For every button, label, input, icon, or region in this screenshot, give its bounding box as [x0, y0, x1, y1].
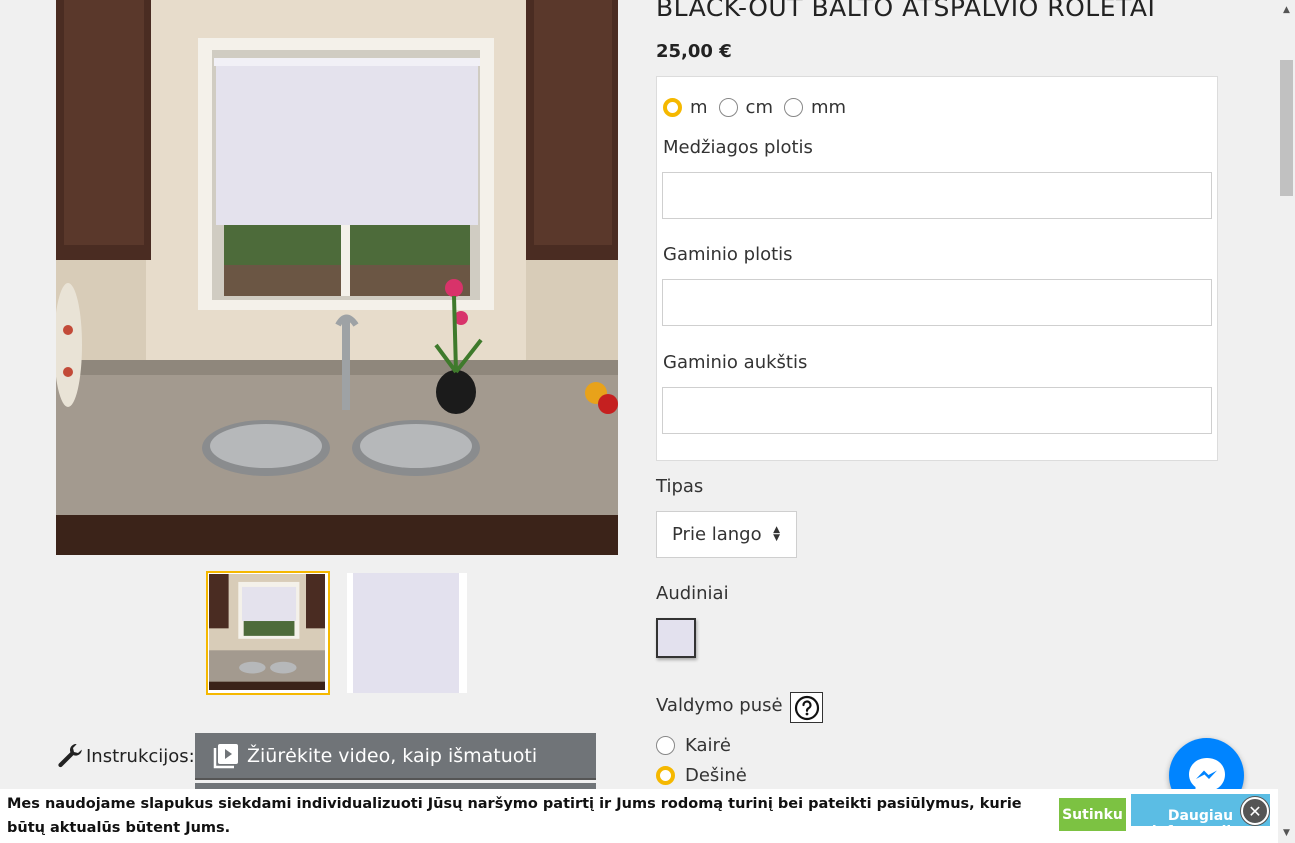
- control-side-label-right: Dešinė: [685, 765, 747, 786]
- fabric-width-input[interactable]: [662, 172, 1212, 219]
- kitchen-window-photo: [56, 0, 618, 555]
- cookie-consent-bar: Mes naudojame slapukus siekdami individu…: [0, 789, 1278, 843]
- product-thumbnail-1[interactable]: [206, 571, 330, 695]
- unit-selector: m cm mm: [663, 97, 857, 118]
- unit-label-cm: cm: [745, 97, 773, 118]
- control-side-radio-left[interactable]: [656, 736, 675, 755]
- scrollbar-thumb[interactable]: [1280, 60, 1293, 196]
- fabrics-label: Audiniai: [656, 583, 729, 604]
- control-side-option-left[interactable]: Kairė: [656, 735, 731, 756]
- unit-radio-m[interactable]: [663, 98, 682, 117]
- control-side-help-button[interactable]: [790, 692, 823, 723]
- product-width-label: Gaminio plotis: [663, 244, 793, 265]
- unit-label-m: m: [690, 97, 708, 118]
- control-side-radio-right[interactable]: [656, 766, 675, 785]
- instructions-label: Instrukcijos:: [86, 745, 195, 767]
- watch-video-label: Žiūrėkite video, kaip išmatuoti: [247, 744, 538, 767]
- scroll-down-arrow-icon[interactable]: ▼: [1278, 826, 1295, 843]
- close-icon[interactable]: ✕: [1241, 797, 1269, 825]
- product-main-image[interactable]: [56, 0, 618, 555]
- watch-video-button[interactable]: Žiūrėkite video, kaip išmatuoti: [195, 733, 596, 780]
- control-side-label: Valdymo pusė: [656, 695, 783, 716]
- fabric-swatch[interactable]: [656, 618, 696, 658]
- play-list-icon: [213, 743, 238, 768]
- product-thumbnail-2[interactable]: [345, 571, 469, 695]
- instructions-row: Instrukcijos:: [56, 733, 199, 779]
- kitchen-window-thumbnail: [209, 574, 325, 690]
- select-arrows-icon: ▲ ▼: [773, 525, 780, 543]
- dimensions-panel: m cm mm Medžiagos plotis Gaminio plotis …: [656, 76, 1218, 461]
- unit-radio-cm[interactable]: [718, 98, 738, 117]
- control-side-label-left: Kairė: [685, 735, 731, 756]
- page-scrollbar[interactable]: ▲ ▼: [1278, 0, 1295, 843]
- wrench-icon: [58, 744, 82, 768]
- product-title: BLACK-OUT BALTO ATSPALVIO ROLETAI: [656, 0, 1156, 22]
- control-side-option-right[interactable]: Dešinė: [656, 765, 747, 786]
- product-height-label: Gaminio aukštis: [663, 352, 808, 373]
- type-select-value: Prie lango: [672, 524, 762, 545]
- product-width-input[interactable]: [662, 279, 1212, 326]
- fabric-swatch-image: [353, 573, 459, 693]
- type-select[interactable]: Prie lango ▲ ▼: [656, 511, 797, 558]
- product-price: 25,00 €: [656, 41, 732, 62]
- question-icon: [794, 695, 819, 720]
- type-label: Tipas: [656, 476, 704, 497]
- cookie-agree-button[interactable]: Sutinku: [1059, 798, 1126, 831]
- scroll-up-arrow-icon[interactable]: ▲: [1278, 0, 1295, 17]
- fabric-width-label: Medžiagos plotis: [663, 137, 813, 158]
- unit-radio-mm[interactable]: [783, 98, 803, 117]
- product-height-input[interactable]: [662, 387, 1212, 434]
- cookie-message: Mes naudojame slapukus siekdami individu…: [7, 796, 1022, 836]
- unit-label-mm: mm: [810, 97, 847, 118]
